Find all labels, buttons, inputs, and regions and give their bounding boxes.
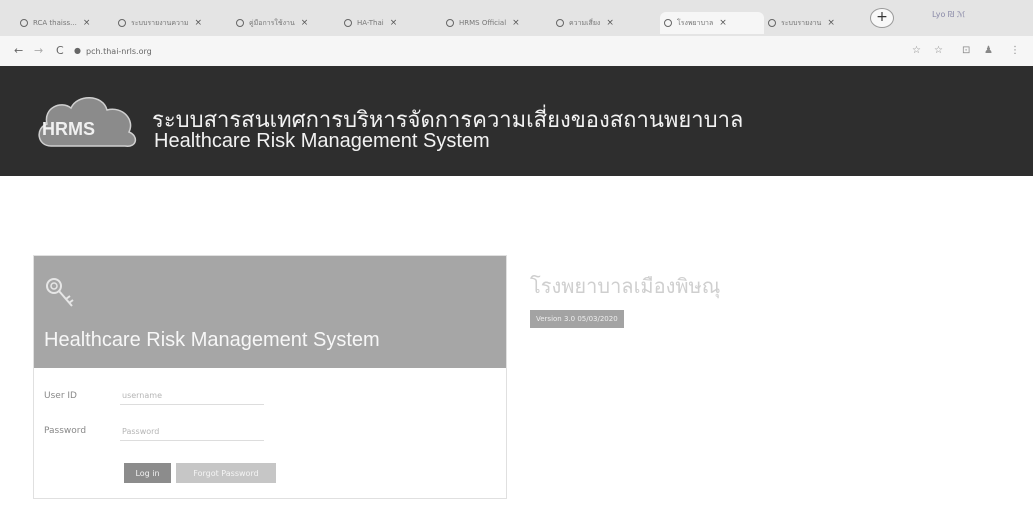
globe-icon (20, 19, 28, 27)
user-id-label: User ID (44, 391, 77, 401)
login-card: Healthcare Risk Management System User I… (33, 255, 507, 499)
close-icon[interactable]: × (301, 18, 309, 28)
browser-tab-active[interactable]: โรงพยาบาล × (660, 12, 764, 34)
user-id-input[interactable] (120, 386, 264, 405)
globe-icon (446, 19, 454, 27)
browser-tab[interactable]: คู่มือการใช้งาน × (236, 12, 332, 34)
login-banner: Healthcare Risk Management System (34, 256, 506, 368)
tab-title: HA-Thai (357, 19, 384, 27)
close-icon[interactable]: × (83, 18, 91, 28)
profile-icon[interactable]: ♟ (984, 45, 993, 56)
menu-kebab-icon[interactable]: ⋮ (1010, 45, 1020, 56)
browser-tabstrip: RCA thaiss... × ระบบรายงานความ × คู่มือก… (0, 0, 1033, 36)
close-icon[interactable]: × (390, 18, 398, 28)
browser-addressbar: ← → C ● pch.thai-nrls.org ☆ ☆ ⊡ ♟ ⋮ (0, 36, 1033, 66)
browser-tab[interactable]: HA-Thai × (344, 12, 434, 34)
browser-tab[interactable]: HRMS Official × (446, 12, 546, 34)
hospital-name: โรงพยาบาลเมืองพิษณุ (530, 274, 721, 298)
close-icon[interactable]: × (827, 18, 835, 28)
site-info-icon[interactable]: ● (74, 46, 81, 55)
tab-title: HRMS Official (459, 19, 507, 27)
tab-title: โรงพยาบาล (677, 18, 714, 27)
close-icon[interactable]: × (512, 18, 520, 28)
globe-icon (556, 19, 564, 27)
browser-tab[interactable]: ความเสี่ยง × (556, 12, 652, 34)
forgot-password-button[interactable]: Forgot Password (176, 463, 276, 483)
translate-icon[interactable]: ☆ (912, 45, 921, 56)
globe-icon (664, 19, 672, 27)
version-badge: Version 3.0 05/03/2020 (530, 310, 624, 328)
close-icon[interactable]: × (195, 18, 203, 28)
extensions-icon[interactable]: ⊡ (962, 45, 970, 56)
forward-arrow-icon[interactable]: → (34, 44, 43, 57)
globe-icon (118, 19, 126, 27)
new-tab-button[interactable]: + (870, 8, 894, 28)
browser-tab[interactable]: RCA thaiss... × (20, 12, 106, 34)
tab-title: ระบบรายงานความ (131, 18, 189, 27)
site-header: HRMS ระบบสารสนเทศการบริหารจัดการความเสี่… (0, 66, 1033, 176)
globe-icon (344, 19, 352, 27)
logo-text: HRMS (42, 119, 95, 139)
globe-icon (768, 19, 776, 27)
key-icon (46, 278, 74, 307)
close-icon[interactable]: × (719, 18, 727, 28)
login-card-title: Healthcare Risk Management System (44, 329, 380, 351)
globe-icon (236, 19, 244, 27)
tab-title: RCA thaiss... (33, 19, 77, 27)
password-input[interactable] (120, 422, 264, 441)
close-icon[interactable]: × (606, 18, 614, 28)
tab-title: คู่มือการใช้งาน (249, 18, 295, 27)
header-title-en: Healthcare Risk Management System (154, 130, 490, 152)
login-button[interactable]: Log in (124, 463, 171, 483)
reload-icon[interactable]: C (56, 44, 64, 57)
window-controls-label[interactable]: Lyo ₪ ℳ (932, 10, 965, 19)
back-arrow-icon[interactable]: ← (14, 44, 23, 57)
password-label: Password (44, 426, 87, 436)
bookmark-star-icon[interactable]: ☆ (934, 45, 943, 56)
tab-title: ความเสี่ยง (569, 18, 601, 27)
tab-title: ระบบรายงาน (781, 18, 822, 27)
url-field[interactable]: pch.thai-nrls.org (86, 47, 152, 56)
browser-tab[interactable]: ระบบรายงานความ × (118, 12, 224, 34)
browser-tab[interactable]: ระบบรายงาน × (768, 12, 864, 34)
